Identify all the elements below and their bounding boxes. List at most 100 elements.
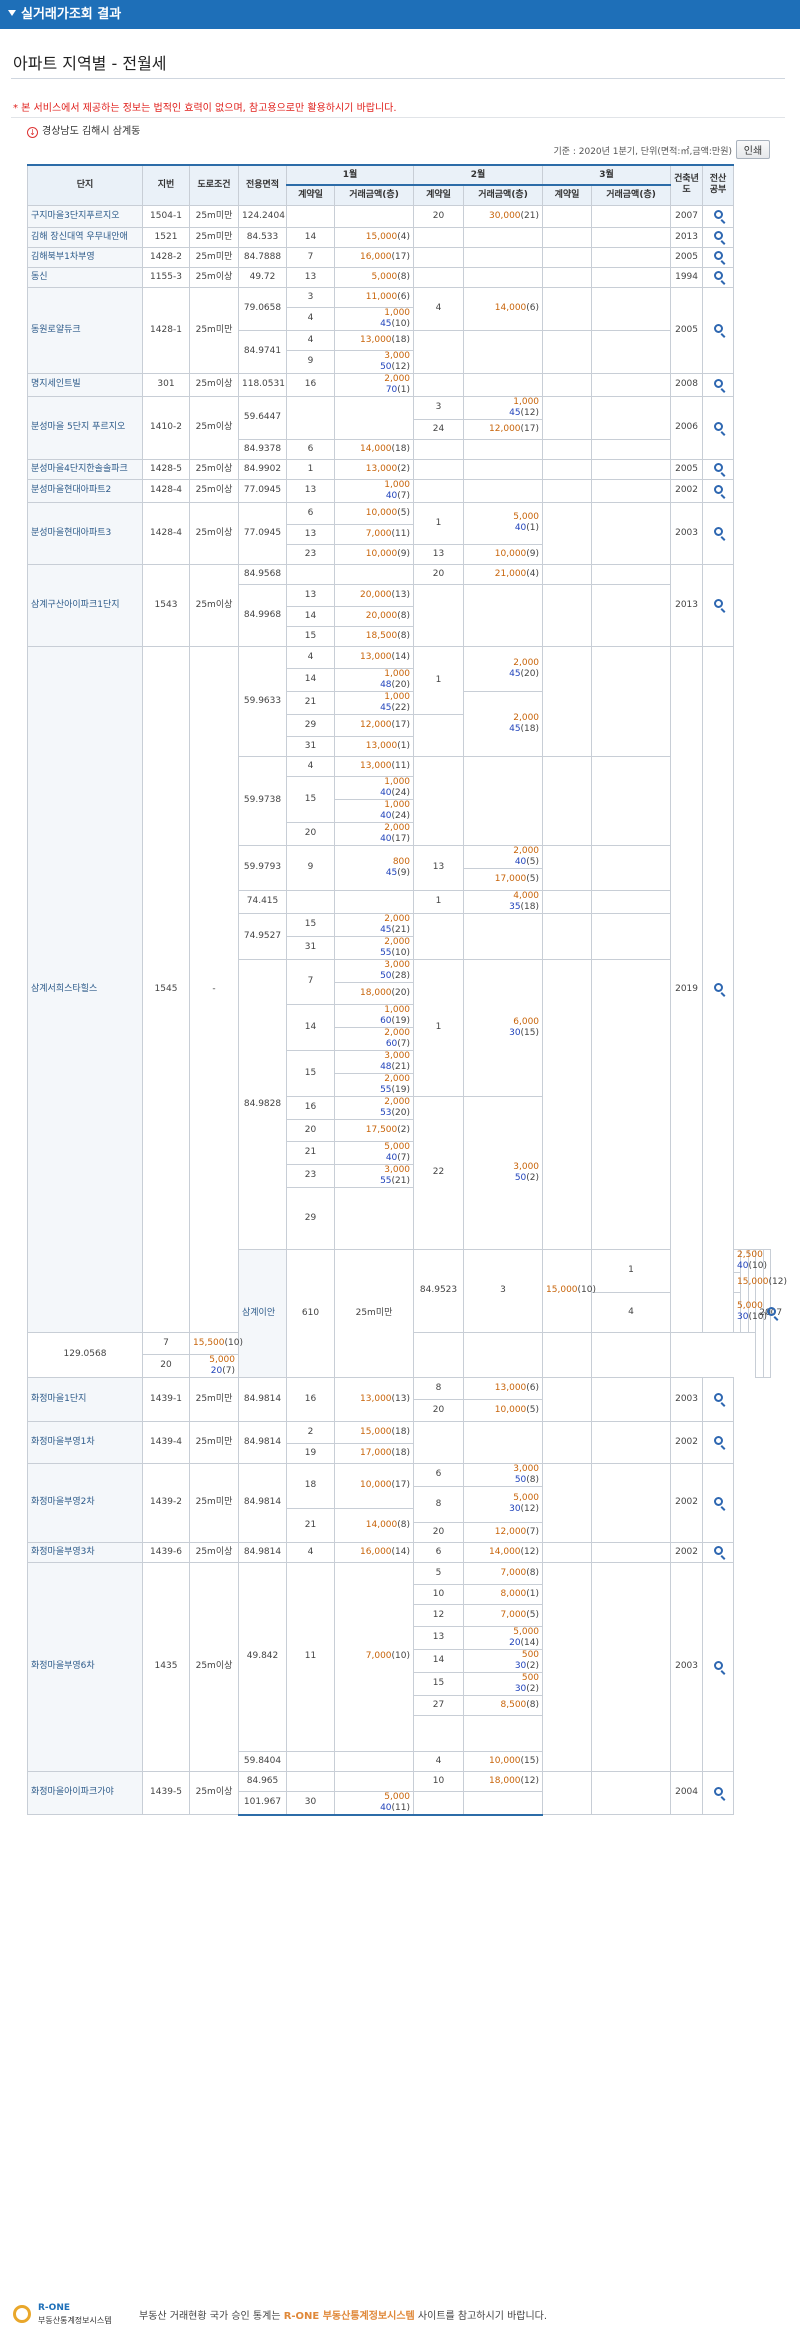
register-lookup-cell bbox=[702, 1561, 735, 1772]
magnifier-icon[interactable] bbox=[713, 1660, 723, 1670]
amount-cell: 2,000 55(10) bbox=[333, 935, 415, 960]
table-cell: 25m미만 bbox=[189, 286, 239, 374]
deposit-amount: 7,000 bbox=[365, 528, 392, 539]
magnifier-icon[interactable] bbox=[713, 251, 723, 260]
table-cell bbox=[413, 458, 465, 480]
table-cell: 25m미만 bbox=[333, 1248, 415, 1378]
complex-name-cell[interactable]: 화정마을부영2차 bbox=[27, 1462, 143, 1543]
monthly-rent: 45 bbox=[509, 407, 521, 418]
magnifier-icon[interactable] bbox=[713, 1436, 723, 1445]
complex-name-cell[interactable]: 삼계구산아이파크1단지 bbox=[27, 563, 143, 647]
table-cell: 20 bbox=[413, 1398, 465, 1422]
complex-name-cell[interactable]: 동원로얄듀크 bbox=[27, 286, 143, 374]
register-lookup-cell bbox=[702, 1462, 735, 1543]
register-lookup-cell bbox=[702, 478, 735, 503]
deposit-amount: 2,000 bbox=[513, 845, 540, 856]
magnifier-icon[interactable] bbox=[713, 1786, 723, 1796]
magnifier-icon[interactable] bbox=[713, 324, 723, 333]
table-cell: 7 bbox=[286, 246, 335, 268]
complex-name-cell[interactable]: 구지마을3단지푸르지오 bbox=[27, 204, 143, 228]
table-cell bbox=[463, 266, 544, 288]
table-cell: 15 bbox=[286, 775, 335, 823]
complex-name-cell[interactable]: 분성마을현대아파트3 bbox=[27, 501, 143, 565]
table-cell: 2003 bbox=[670, 1376, 704, 1422]
magnifier-icon[interactable] bbox=[713, 1496, 723, 1506]
deposit-amount: 17,500 bbox=[365, 1124, 398, 1135]
table-cell: 31 bbox=[286, 935, 335, 960]
complex-name-cell[interactable]: 화정마을부영3차 bbox=[27, 1541, 143, 1563]
complex-name-cell[interactable]: 화정마을부영6차 bbox=[27, 1561, 143, 1772]
monthly-rent: 45 bbox=[509, 723, 521, 734]
table-cell: 79.0658 bbox=[238, 286, 287, 331]
floor-number: (20) bbox=[391, 1107, 411, 1118]
table-cell: 59.9633 bbox=[238, 645, 287, 757]
deposit-amount: 500 bbox=[521, 1649, 540, 1660]
magnifier-icon[interactable] bbox=[713, 599, 723, 608]
deposit-amount: 3,000 bbox=[384, 350, 411, 361]
table-cell: 25m이상 bbox=[189, 1770, 239, 1815]
table-cell: 2004 bbox=[670, 1770, 704, 1815]
complex-name-cell[interactable]: 명지세인트빌 bbox=[27, 372, 143, 397]
complex-name-cell[interactable]: 화정마을1단지 bbox=[27, 1376, 143, 1422]
complex-name-cell[interactable]: 김해 장신대역 우무내안애 bbox=[27, 226, 143, 248]
complex-name-cell[interactable]: 김해북부1차부영 bbox=[27, 246, 143, 268]
monthly-rent: 70 bbox=[385, 384, 398, 395]
deposit-amount: 1,000 bbox=[384, 307, 411, 318]
complex-name-cell[interactable]: 삼계서희스타힐스 bbox=[27, 645, 143, 1333]
monthly-rent: 30 bbox=[737, 1312, 749, 1322]
floor-number: (11) bbox=[391, 1802, 411, 1813]
complex-name-cell[interactable]: 화정마을부영1차 bbox=[27, 1420, 143, 1464]
table-cell bbox=[333, 1186, 415, 1250]
table-cell bbox=[413, 1420, 465, 1464]
floor-number: (8) bbox=[526, 1699, 540, 1710]
complex-name-cell[interactable]: 분성마을현대아파트2 bbox=[27, 478, 143, 503]
r-one-link[interactable]: R-ONE 부동산통계정보시스템 bbox=[284, 2311, 415, 2322]
table-cell bbox=[413, 266, 465, 288]
table-cell: 84.9523 bbox=[413, 1248, 465, 1333]
complex-name-cell[interactable]: 분성마을 5단지 푸르지오 bbox=[27, 395, 143, 460]
magnifier-icon[interactable] bbox=[713, 463, 723, 472]
magnifier-icon[interactable] bbox=[713, 421, 723, 431]
amount-cell: 5,000 40(7) bbox=[333, 1140, 415, 1165]
table-cell: 6 bbox=[413, 1541, 465, 1563]
table-cell bbox=[591, 329, 672, 374]
amount-cell: 13,000(6) bbox=[463, 1376, 544, 1400]
complex-name-cell[interactable]: 동신 bbox=[27, 266, 143, 288]
table-cell: 4 bbox=[286, 645, 335, 669]
table-cell: 1155-3 bbox=[142, 266, 190, 288]
magnifier-icon[interactable] bbox=[713, 527, 723, 536]
table-cell bbox=[463, 1790, 544, 1816]
complex-name-cell[interactable]: 분성마을4단지한솔솔파크 bbox=[27, 458, 143, 480]
magnifier-icon[interactable] bbox=[713, 210, 723, 219]
print-button[interactable]: 인쇄 bbox=[736, 140, 770, 159]
deposit-amount: 15,500 bbox=[193, 1337, 225, 1348]
table-row: 명지세인트빌 301 25m이상 118.0531 16 2,000 70(1) 2008 bbox=[27, 372, 771, 397]
floor-number: (12) bbox=[520, 407, 540, 418]
complex-name-cell[interactable]: 화정마을아이파크가야 bbox=[27, 1770, 143, 1815]
complex-name-cell[interactable]: 삼계이안 bbox=[238, 1248, 287, 1378]
table-cell bbox=[463, 458, 544, 480]
table-cell bbox=[333, 204, 415, 228]
monthly-rent: 40 bbox=[514, 856, 527, 867]
magnifier-icon[interactable] bbox=[713, 983, 723, 992]
deposit-amount: 2,000 bbox=[513, 712, 540, 723]
magnifier-icon[interactable] bbox=[713, 484, 723, 494]
floor-number: (18) bbox=[391, 1426, 411, 1437]
table-cell: 7 bbox=[286, 958, 335, 1005]
magnifier-icon[interactable] bbox=[766, 1307, 776, 1316]
table-cell bbox=[413, 1331, 465, 1378]
table-cell: 18 bbox=[286, 1462, 335, 1509]
table-cell: 84.7888 bbox=[238, 246, 287, 268]
floor-number: (14) bbox=[391, 651, 411, 662]
table-cell bbox=[542, 958, 593, 1250]
floor-number: (24) bbox=[391, 787, 411, 798]
magnifier-icon[interactable] bbox=[713, 231, 723, 240]
deposit-amount: 16,000 bbox=[360, 1546, 392, 1557]
table-cell bbox=[286, 563, 335, 585]
magnifier-icon[interactable] bbox=[713, 1393, 723, 1402]
floor-number: (5) bbox=[526, 1609, 540, 1620]
magnifier-icon[interactable] bbox=[713, 271, 723, 280]
floor-number: (14) bbox=[520, 1637, 540, 1648]
magnifier-icon[interactable] bbox=[713, 1546, 723, 1555]
magnifier-icon[interactable] bbox=[713, 378, 723, 388]
